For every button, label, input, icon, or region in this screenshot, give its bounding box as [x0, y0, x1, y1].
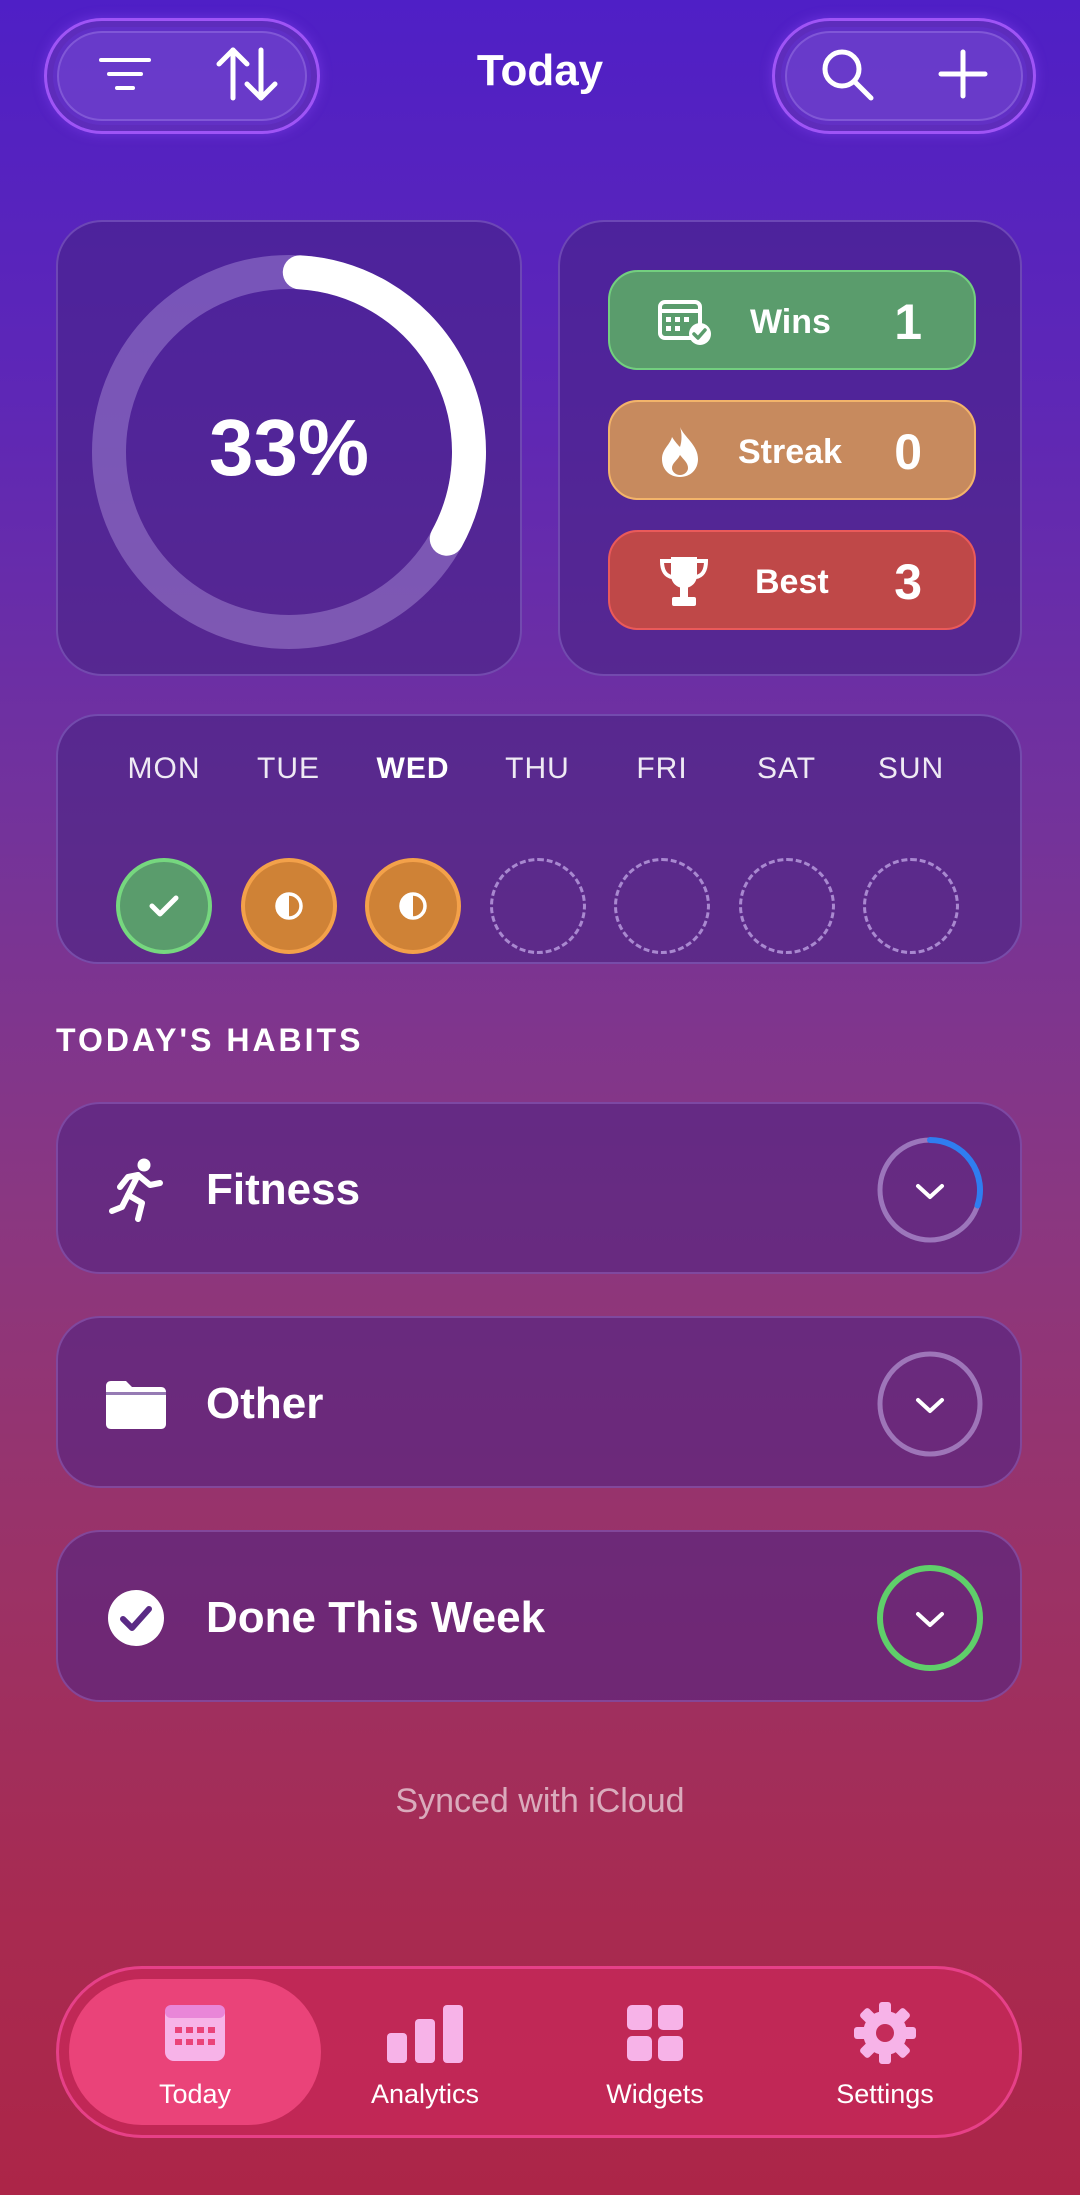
search-button[interactable]: [797, 21, 897, 131]
ring-fill: [927, 1137, 983, 1209]
wins-value: 1: [894, 294, 922, 350]
habit-progress-ring[interactable]: [874, 1348, 986, 1460]
tab-bar: Today Analytics Widgets Settings: [56, 1966, 1022, 2138]
tab-label: Today: [158, 2079, 232, 2109]
sync-status: Synced with iCloud: [395, 1782, 685, 1820]
day-wed: WED: [363, 752, 463, 954]
toolbar-right-group: [772, 18, 1036, 134]
half-circle-icon: [399, 892, 427, 920]
tab-label: Analytics: [370, 2079, 480, 2109]
day-status-partial[interactable]: [365, 858, 461, 954]
day-sun: SUN: [861, 752, 961, 954]
day-fri: FRI: [612, 752, 712, 954]
day-status-partial[interactable]: [240, 858, 337, 954]
tab-analytics[interactable]: Analytics: [299, 1979, 551, 2125]
day-status-empty[interactable]: [614, 858, 710, 954]
day-status-empty[interactable]: [738, 858, 835, 954]
ring-fill: [877, 1565, 983, 1671]
habit-other[interactable]: Other: [56, 1316, 1022, 1488]
day-label: THU: [505, 752, 570, 785]
add-button[interactable]: [913, 21, 1013, 131]
best-label: Best: [755, 563, 829, 601]
streak-value: 0: [894, 424, 922, 480]
progress-percent: 33%: [208, 403, 370, 492]
calendar-icon: [69, 2001, 321, 2065]
day-mon: MON: [114, 752, 214, 954]
day-thu: THU: [488, 752, 588, 954]
day-status-empty[interactable]: [489, 858, 586, 954]
running-icon: [102, 1156, 170, 1224]
chevron-down-icon: [916, 1398, 944, 1413]
search-icon: [819, 46, 875, 107]
chevron-down-icon: [916, 1184, 944, 1199]
day-tue: TUE: [239, 752, 339, 954]
trophy-icon: [656, 556, 712, 608]
day-sat: SAT: [737, 752, 837, 954]
streak-stat[interactable]: Streak 0: [608, 400, 976, 500]
day-label: MON: [127, 752, 201, 785]
calendar-check-icon: [658, 296, 714, 348]
tab-label: Settings: [836, 2079, 934, 2109]
wins-stat[interactable]: Wins 1: [608, 270, 976, 370]
wins-label: Wins: [750, 303, 831, 341]
gear-icon: [759, 2001, 1011, 2065]
week-card: MON TUE WED THU FRI SAT SUN: [56, 714, 1022, 964]
best-value: 3: [894, 554, 922, 610]
plus-icon: [938, 49, 988, 104]
habit-label: Other: [206, 1379, 324, 1428]
habit-progress-ring[interactable]: [874, 1562, 986, 1674]
habit-label: Done This Week: [206, 1593, 546, 1642]
habit-progress-ring[interactable]: [874, 1134, 986, 1246]
flame-icon: [652, 426, 708, 478]
day-label: SUN: [877, 752, 945, 785]
day-status-done[interactable]: [116, 858, 212, 954]
half-circle-icon: [274, 892, 303, 920]
day-label: WED: [376, 752, 450, 785]
folder-icon: [102, 1370, 170, 1438]
tab-label: Widgets: [606, 2079, 704, 2109]
stats-card: Wins 1 Streak 0 Best 3: [558, 220, 1022, 676]
tab-widgets[interactable]: Widgets: [529, 1979, 781, 2125]
progress-card: 33%: [56, 220, 522, 676]
grid-icon: [529, 2001, 781, 2065]
day-label: FRI: [636, 752, 688, 785]
day-status-empty[interactable]: [863, 858, 959, 954]
tab-today[interactable]: Today: [69, 1979, 321, 2125]
streak-label: Streak: [738, 433, 842, 471]
best-stat[interactable]: Best 3: [608, 530, 976, 630]
bar-chart-icon: [299, 2001, 551, 2065]
day-label: TUE: [257, 752, 320, 785]
habit-label: Fitness: [206, 1165, 361, 1214]
section-title-habits: TODAY'S HABITS: [56, 1022, 364, 1058]
checkmark-icon: [149, 895, 179, 917]
checkmark-circle-icon: [102, 1584, 170, 1652]
habit-done-this-week[interactable]: Done This Week: [56, 1530, 1022, 1702]
chevron-down-icon: [916, 1612, 944, 1627]
ring-track: [877, 1351, 983, 1457]
day-label: SAT: [756, 752, 817, 785]
habit-fitness[interactable]: Fitness: [56, 1102, 1022, 1274]
tab-settings[interactable]: Settings: [759, 1979, 1011, 2125]
